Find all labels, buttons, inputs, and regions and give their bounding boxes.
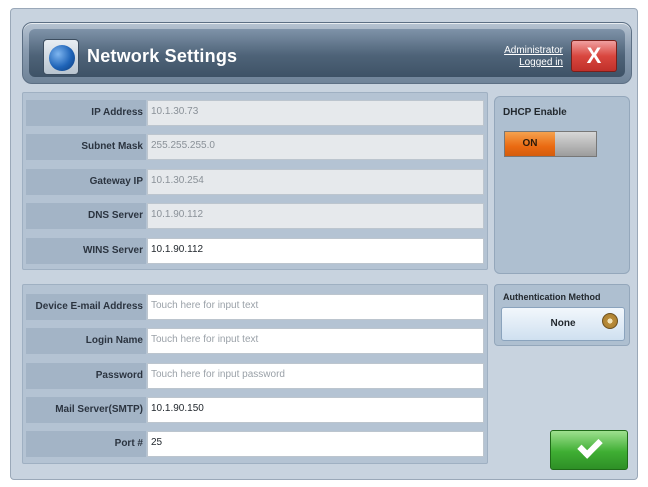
admin-role: Administrator xyxy=(504,45,563,56)
mail-server-label: Mail Server(SMTP) xyxy=(26,397,146,423)
header-inner: Network Settings Administrator Logged in… xyxy=(29,29,625,77)
dns-server-field[interactable]: 10.1.90.112 xyxy=(147,203,484,229)
subnet-mask-field[interactable]: 255.255.255.0 xyxy=(147,134,484,160)
password-field[interactable]: Touch here for input password xyxy=(147,363,484,389)
device-email-field[interactable]: Touch here for input text xyxy=(147,294,484,320)
gear-icon xyxy=(602,313,618,329)
password-label: Password xyxy=(26,363,146,389)
port-field[interactable]: 25 xyxy=(147,431,484,457)
port-label: Port # xyxy=(26,431,146,457)
close-button[interactable]: X xyxy=(571,40,617,72)
checkmark-icon xyxy=(577,433,603,459)
ok-button[interactable] xyxy=(550,430,628,470)
admin-login-state: Logged in xyxy=(519,57,563,68)
dhcp-toggle[interactable]: ON xyxy=(504,131,597,157)
wins-server-field[interactable]: 10.1.90.112 xyxy=(147,238,484,264)
device-email-label: Device E-mail Address xyxy=(26,294,146,320)
dhcp-panel: DHCP Enable ON xyxy=(494,96,630,274)
page-title: Network Settings xyxy=(87,46,238,66)
header-bar: Network Settings Administrator Logged in… xyxy=(22,22,632,84)
globe-icon xyxy=(43,39,79,75)
wins-server-label: WINS Server xyxy=(26,238,146,264)
admin-status[interactable]: Administrator Logged in xyxy=(504,45,563,69)
dhcp-enable-label: DHCP Enable xyxy=(503,107,567,118)
gateway-ip-field[interactable]: 10.1.30.254 xyxy=(147,169,484,195)
login-name-label: Login Name xyxy=(26,328,146,354)
gateway-ip-label: Gateway IP xyxy=(26,169,146,195)
mail-server-field[interactable]: 10.1.90.150 xyxy=(147,397,484,423)
auth-panel: Authentication Method None xyxy=(494,284,630,346)
auth-method-value: None xyxy=(550,318,576,329)
dhcp-toggle-on: ON xyxy=(505,132,555,156)
auth-method-button[interactable]: None xyxy=(501,307,625,341)
ip-address-field[interactable]: 10.1.30.73 xyxy=(147,100,484,126)
subnet-mask-label: Subnet Mask xyxy=(26,134,146,160)
login-name-field[interactable]: Touch here for input text xyxy=(147,328,484,354)
auth-method-label: Authentication Method xyxy=(503,292,601,302)
ip-address-label: IP Address xyxy=(26,100,146,126)
dns-server-label: DNS Server xyxy=(26,203,146,229)
